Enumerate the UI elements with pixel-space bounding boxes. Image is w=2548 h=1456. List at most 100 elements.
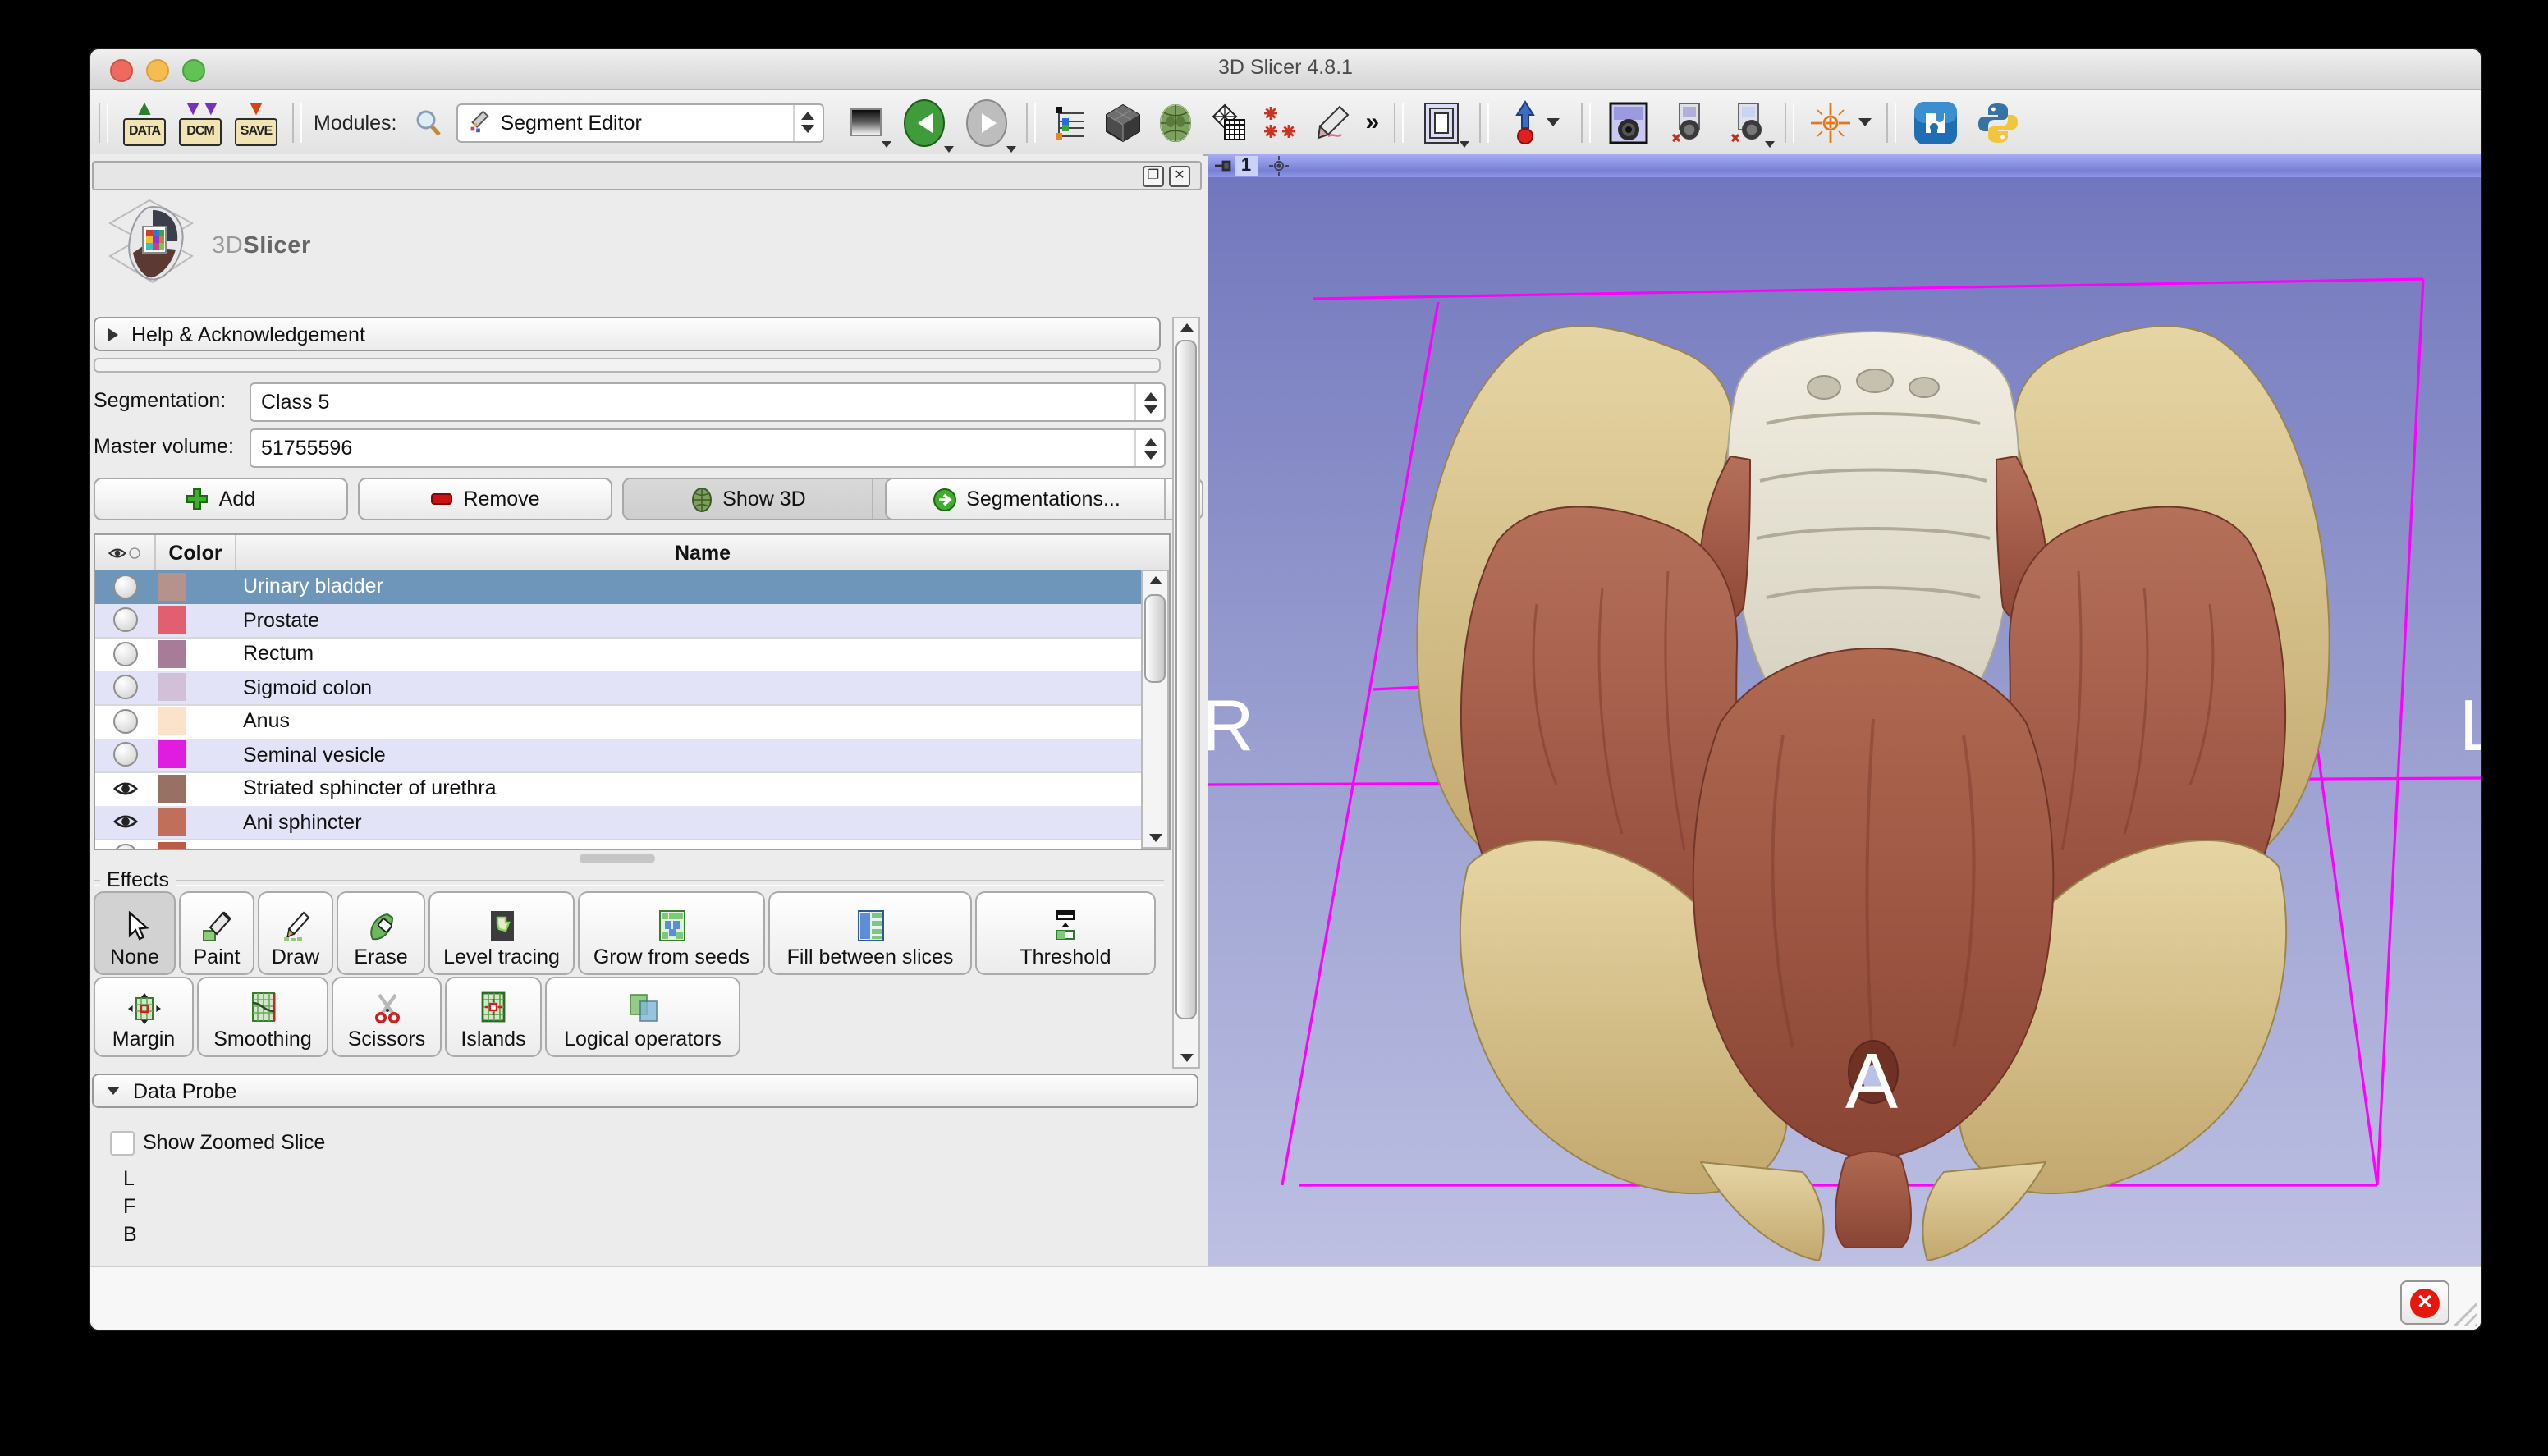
scene-view-capture-button[interactable] <box>1663 101 1712 144</box>
visibility-column-header[interactable] <box>95 535 156 570</box>
segment-row[interactable]: Ani sphincter <box>95 805 1146 840</box>
threed-canvas[interactable]: R L A <box>1208 177 2481 1267</box>
toolbar-grip[interactable] <box>99 103 108 142</box>
toolbar-grip[interactable] <box>1886 103 1896 142</box>
load-data-button[interactable]: ▲ DATA <box>121 98 167 147</box>
effect-erase-button[interactable]: Erase <box>337 891 425 975</box>
segmentations-module-icon[interactable] <box>1206 101 1249 144</box>
python-console-icon[interactable] <box>1972 101 2024 144</box>
close-panel-button[interactable]: ✕ <box>1169 166 1190 187</box>
segment-color-swatch[interactable] <box>158 741 186 769</box>
visibility-toggle[interactable] <box>95 575 154 599</box>
visibility-toggle[interactable] <box>95 642 154 666</box>
segment-row[interactable]: Seminal vesicle <box>95 738 1146 773</box>
view-crosshair-icon[interactable] <box>1269 156 1289 176</box>
volume-rendering-icon[interactable] <box>1101 101 1143 144</box>
effect-paint-button[interactable]: Paint <box>179 891 254 975</box>
models-icon[interactable] <box>1153 101 1196 144</box>
segmentations-button[interactable]: Segmentations... <box>885 478 1203 520</box>
threed-view[interactable]: 1 <box>1208 154 2481 1267</box>
effect-scissors-button[interactable]: Scissors <box>332 977 442 1057</box>
scene-view-restore-button[interactable] <box>1722 101 1771 144</box>
segment-row[interactable]: Prostate <box>95 603 1146 639</box>
toolbar-grip[interactable] <box>1394 103 1404 142</box>
segment-table-scrollbar[interactable] <box>1141 570 1169 849</box>
segment-table-header[interactable]: Color Name <box>95 535 1169 571</box>
effect-margin-button[interactable]: Margin <box>94 977 194 1057</box>
segment-color-swatch[interactable] <box>158 842 186 851</box>
segment-color-swatch[interactable] <box>158 707 186 735</box>
effect-fill-between-slices-button[interactable]: Fill between slices <box>768 891 972 975</box>
module-selector-spinner[interactable] <box>792 104 822 140</box>
help-acknowledgement-section[interactable]: Help & Acknowledgement <box>94 317 1161 351</box>
annotations-icon[interactable] <box>1311 101 1354 144</box>
splitter-handle[interactable] <box>580 854 655 863</box>
scrollbar-thumb[interactable] <box>1175 340 1197 1019</box>
add-segment-button[interactable]: Add <box>94 478 348 520</box>
effect-logical-operators-button[interactable]: Logical operators <box>545 977 740 1057</box>
visibility-toggle[interactable] <box>95 813 154 831</box>
pin-icon[interactable] <box>1213 158 1233 174</box>
segment-color-swatch[interactable] <box>158 607 186 634</box>
remove-segment-button[interactable]: Remove <box>358 478 612 520</box>
subject-hierarchy-icon[interactable] <box>1048 101 1091 144</box>
module-panel-scrollbar[interactable] <box>1172 317 1200 1069</box>
toolbar-grip[interactable] <box>1581 103 1591 142</box>
segment-row[interactable]: Urinary bladder <box>95 570 1146 605</box>
name-column-header[interactable]: Name <box>236 535 1169 570</box>
modules-history-icon[interactable] <box>845 101 887 144</box>
segment-row[interactable]: Sigmoid colon <box>95 671 1146 706</box>
segment-color-swatch[interactable] <box>158 775 186 803</box>
segment-row[interactable]: Striated sphincter of urethra <box>95 771 1146 807</box>
effect-none-button[interactable]: None <box>94 891 176 975</box>
segment-color-swatch[interactable] <box>158 573 186 601</box>
markups-icon[interactable] <box>1258 101 1301 144</box>
module-back-button[interactable] <box>897 96 950 149</box>
load-dicom-button[interactable]: ▼▼ DCM <box>177 98 223 147</box>
layout-selector[interactable] <box>1417 101 1466 144</box>
visibility-toggle[interactable] <box>95 608 154 633</box>
segment-color-swatch[interactable] <box>158 808 186 836</box>
show-3d-button[interactable]: Show 3D <box>622 478 911 520</box>
module-search-icon[interactable] <box>411 101 444 144</box>
extensions-manager-icon[interactable] <box>1909 101 1962 144</box>
toolbar-grip[interactable] <box>292 103 302 142</box>
segment-color-swatch[interactable] <box>158 640 186 668</box>
toolbar-grip[interactable] <box>1025 103 1035 142</box>
show-zoomed-slice-checkbox[interactable] <box>110 1131 135 1156</box>
visibility-toggle[interactable] <box>95 743 154 767</box>
error-log-close-button[interactable]: ✕ <box>2400 1280 2449 1325</box>
effect-draw-button[interactable]: Draw <box>258 891 333 975</box>
segment-row[interactable] <box>95 839 1146 850</box>
toolbar-grip[interactable] <box>1479 103 1489 142</box>
crosshair-button[interactable] <box>1808 101 1873 144</box>
save-button[interactable]: ▼ SAVE <box>233 98 279 147</box>
mouse-interaction-mode[interactable] <box>1502 101 1568 144</box>
color-column-header[interactable]: Color <box>156 535 236 570</box>
undock-panel-button[interactable]: ❐ <box>1143 166 1164 187</box>
segment-color-swatch[interactable] <box>158 674 186 702</box>
effect-level-tracing-button[interactable]: Level tracing <box>428 891 575 975</box>
threed-view-header[interactable]: 1 <box>1208 154 2481 177</box>
master-volume-spinner[interactable] <box>1134 430 1164 466</box>
effect-smoothing-button[interactable]: Smoothing <box>197 977 328 1057</box>
segment-row[interactable]: Rectum <box>95 637 1146 672</box>
visibility-toggle[interactable] <box>95 844 154 851</box>
module-selector[interactable]: Segment Editor <box>456 103 823 142</box>
segment-row[interactable]: Anus <box>95 704 1146 739</box>
effect-grow-from-seeds-button[interactable]: Grow from seeds <box>578 891 765 975</box>
effect-threshold-button[interactable]: Threshold <box>975 891 1156 975</box>
scrollbar-thumb[interactable] <box>1144 594 1166 683</box>
effect-islands-button[interactable]: Islands <box>445 977 542 1057</box>
module-panel-titlebar[interactable]: ❐ ✕ <box>92 161 1202 190</box>
visibility-toggle[interactable] <box>95 780 154 798</box>
resize-grip[interactable] <box>2451 1300 2477 1326</box>
screenshot-button[interactable] <box>1604 101 1653 144</box>
master-volume-selector[interactable]: 51755596 <box>250 428 1166 468</box>
module-forward-button[interactable] <box>960 96 1012 149</box>
data-probe-section[interactable]: Data Probe <box>92 1074 1198 1108</box>
segmentation-selector[interactable]: Class 5 <box>250 382 1166 422</box>
visibility-toggle[interactable] <box>95 675 154 700</box>
visibility-toggle[interactable] <box>95 709 154 734</box>
segmentation-spinner[interactable] <box>1134 384 1164 420</box>
